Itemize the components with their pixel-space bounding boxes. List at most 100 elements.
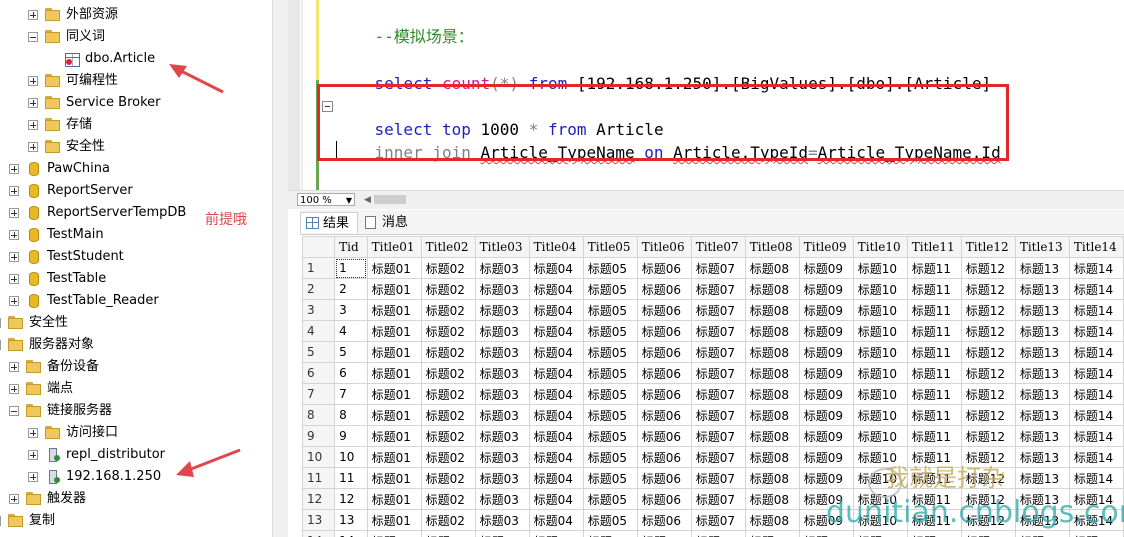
- table-cell[interactable]: 标题07: [690, 425, 746, 447]
- table-cell[interactable]: 标题09: [798, 299, 854, 321]
- table-cell[interactable]: 标题02: [420, 446, 476, 468]
- table-cell[interactable]: 标题04: [528, 341, 584, 363]
- table-cell[interactable]: 标题03: [474, 341, 530, 363]
- table-cell[interactable]: 标题06: [636, 257, 692, 279]
- table-cell[interactable]: 标题02: [420, 341, 476, 363]
- table-cell[interactable]: 标题12: [960, 299, 1016, 321]
- table-cell[interactable]: 标题07: [690, 383, 746, 405]
- table-row[interactable]: 7 7 标题01 标题02 标题03 标题04 标题05 标题06 标题07 标题08 标题09 标题…: [302, 383, 1124, 405]
- table-cell[interactable]: 标题05: [582, 362, 638, 384]
- table-cell[interactable]: 标题12: [960, 257, 1016, 279]
- expand-icon[interactable]: [9, 296, 19, 306]
- expand-icon[interactable]: [28, 76, 38, 86]
- table-cell[interactable]: 标题10: [852, 404, 908, 426]
- expand-icon[interactable]: [28, 120, 38, 130]
- table-cell[interactable]: 标题10: [852, 341, 908, 363]
- expand-icon[interactable]: [28, 98, 38, 108]
- expand-icon[interactable]: [9, 384, 19, 394]
- row-number[interactable]: 8: [302, 404, 336, 426]
- column-header[interactable]: Title04: [528, 236, 584, 258]
- table-cell[interactable]: 标题04: [528, 320, 584, 342]
- table-cell[interactable]: 标题10: [852, 362, 908, 384]
- table-cell[interactable]: 标题14: [1068, 383, 1124, 405]
- table-cell[interactable]: 标题03: [474, 383, 530, 405]
- tree-item[interactable]: PawChina: [0, 158, 272, 180]
- table-cell[interactable]: 标题03: [474, 467, 530, 489]
- table-cell[interactable]: 标题02: [420, 467, 476, 489]
- table-cell[interactable]: 标题05: [582, 509, 638, 531]
- expand-icon[interactable]: [0, 516, 1, 526]
- table-cell[interactable]: 标题10: [852, 425, 908, 447]
- row-number[interactable]: 12: [302, 488, 336, 510]
- table-cell[interactable]: 标题14: [1068, 299, 1124, 321]
- tree-item[interactable]: 安全性: [0, 312, 272, 334]
- table-cell[interactable]: 标题05: [582, 467, 638, 489]
- table-cell[interactable]: 标题02: [420, 530, 476, 537]
- table-cell[interactable]: 标题03: [474, 404, 530, 426]
- tree-item[interactable]: 触发器: [0, 488, 272, 510]
- table-cell[interactable]: 标题06: [636, 278, 692, 300]
- table-cell[interactable]: 标题08: [744, 257, 800, 279]
- table-cell[interactable]: 标题07: [690, 278, 746, 300]
- table-cell[interactable]: 标题13: [1014, 404, 1070, 426]
- expand-icon[interactable]: [9, 274, 19, 284]
- tree-item[interactable]: 端点: [0, 378, 272, 400]
- cell-tid[interactable]: 7: [334, 383, 368, 405]
- tree-item[interactable]: Service Broker: [0, 92, 272, 114]
- row-number[interactable]: 14: [302, 530, 336, 537]
- column-header[interactable]: Title03: [474, 236, 530, 258]
- tree-item[interactable]: 访问接口: [0, 422, 272, 444]
- table-cell[interactable]: 标题08: [744, 530, 800, 537]
- expand-icon[interactable]: [9, 186, 19, 196]
- table-cell[interactable]: 标题06: [636, 362, 692, 384]
- table-row[interactable]: 9 9 标题01 标题02 标题03 标题04 标题05 标题06 标题07 标题08 标题09 标题…: [302, 425, 1124, 447]
- cell-tid[interactable]: 3: [334, 299, 368, 321]
- column-header[interactable]: Tid: [334, 236, 368, 258]
- table-cell[interactable]: 标题02: [420, 257, 476, 279]
- table-cell[interactable]: 标题07: [690, 404, 746, 426]
- table-cell[interactable]: 标题01: [366, 257, 422, 279]
- expand-icon[interactable]: [9, 494, 19, 504]
- table-cell[interactable]: 标题08: [744, 299, 800, 321]
- table-cell[interactable]: 标题05: [582, 320, 638, 342]
- table-cell[interactable]: 标题06: [636, 404, 692, 426]
- row-number[interactable]: 3: [302, 299, 336, 321]
- table-cell[interactable]: 标题07: [690, 299, 746, 321]
- table-cell[interactable]: 标题06: [636, 509, 692, 531]
- row-number[interactable]: 6: [302, 362, 336, 384]
- table-cell[interactable]: 标题03: [474, 278, 530, 300]
- row-number[interactable]: 11: [302, 467, 336, 489]
- expand-icon[interactable]: [9, 208, 19, 218]
- table-cell[interactable]: 标题06: [636, 383, 692, 405]
- tree-item[interactable]: 同义词: [0, 26, 272, 48]
- table-cell[interactable]: 标题13: [1014, 320, 1070, 342]
- collapse-icon[interactable]: [9, 406, 19, 416]
- table-cell[interactable]: 标题11: [906, 404, 962, 426]
- table-cell[interactable]: 标题09: [798, 446, 854, 468]
- table-cell[interactable]: 标题04: [528, 383, 584, 405]
- table-cell[interactable]: 标题08: [744, 320, 800, 342]
- table-cell[interactable]: 标题01: [366, 488, 422, 510]
- table-cell[interactable]: 标题01: [366, 299, 422, 321]
- row-number[interactable]: 5: [302, 341, 336, 363]
- expand-icon[interactable]: [28, 472, 38, 482]
- table-row[interactable]: 4 4 标题01 标题02 标题03 标题04 标题05 标题06 标题07 标题08 标题09 标题…: [302, 320, 1124, 342]
- table-cell[interactable]: 标题05: [582, 341, 638, 363]
- table-cell[interactable]: 标题05: [582, 404, 638, 426]
- table-cell[interactable]: 标题11: [906, 320, 962, 342]
- column-header[interactable]: Title13: [1014, 236, 1070, 258]
- table-cell[interactable]: 标题03: [474, 299, 530, 321]
- table-cell[interactable]: 标题04: [528, 509, 584, 531]
- cell-tid[interactable]: 13: [334, 509, 368, 531]
- table-cell[interactable]: 标题09: [798, 320, 854, 342]
- horizontal-scroll-thumb[interactable]: [374, 195, 406, 204]
- table-cell[interactable]: 标题08: [744, 404, 800, 426]
- table-cell[interactable]: 标题06: [636, 341, 692, 363]
- table-cell[interactable]: 标题13: [1014, 383, 1070, 405]
- expand-icon[interactable]: [9, 230, 19, 240]
- cell-tid[interactable]: 1: [334, 257, 368, 279]
- table-cell[interactable]: 标题14: [1068, 362, 1124, 384]
- expand-icon[interactable]: [28, 10, 38, 20]
- row-number[interactable]: 10: [302, 446, 336, 468]
- table-cell[interactable]: 标题03: [474, 320, 530, 342]
